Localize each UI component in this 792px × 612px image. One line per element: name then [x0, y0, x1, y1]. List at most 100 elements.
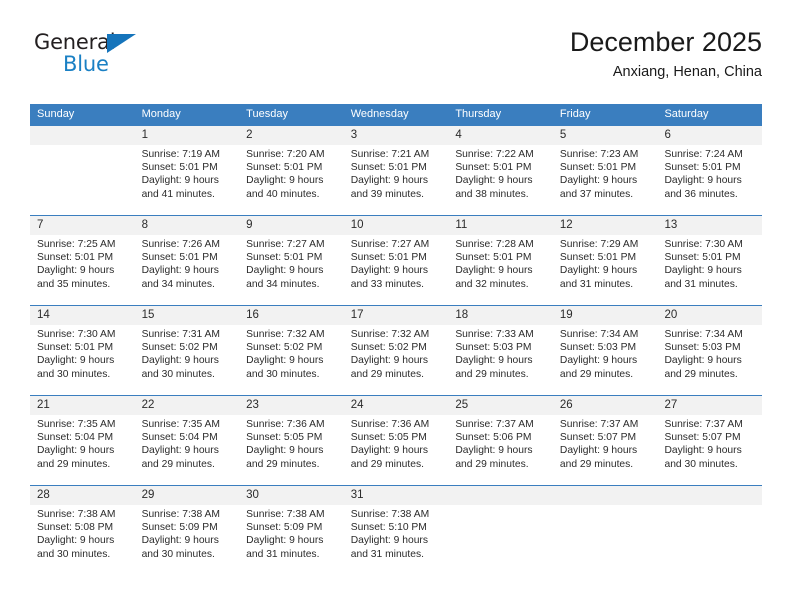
daylight-text-line1: Daylight: 9 hours — [37, 355, 115, 367]
day-cell[interactable]: Sunrise: 7:19 AM Sunset: 5:01 PM Dayligh… — [135, 145, 240, 215]
general-blue-logo[interactable]: General Blue — [34, 32, 164, 86]
sunset-text: Sunset: 5:02 PM — [246, 342, 323, 354]
day-number[interactable]: 15 — [135, 306, 240, 325]
day-number[interactable]: 7 — [30, 216, 135, 235]
day-number[interactable]: 20 — [657, 306, 762, 325]
daylight-text-line2: and 29 minutes. — [350, 458, 425, 470]
sunrise-text: Sunrise: 7:35 AM — [141, 419, 220, 430]
day-number[interactable]: 18 — [448, 306, 553, 325]
day-number[interactable]: 25 — [448, 396, 553, 415]
sunset-text: Sunset: 5:01 PM — [664, 252, 741, 264]
day-number[interactable] — [30, 126, 135, 145]
day-cell[interactable]: Sunrise: 7:30 AM Sunset: 5:01 PM Dayligh… — [30, 325, 135, 395]
sunset-text: Sunset: 5:10 PM — [350, 522, 427, 534]
day-number[interactable]: 21 — [30, 396, 135, 415]
day-number[interactable]: 19 — [553, 306, 658, 325]
sunrise-text: Sunrise: 7:26 AM — [141, 239, 220, 250]
day-cell[interactable]: Sunrise: 7:33 AM Sunset: 5:03 PM Dayligh… — [448, 325, 553, 395]
day-number[interactable]: 4 — [448, 126, 553, 145]
day-cell[interactable]: Sunrise: 7:36 AM Sunset: 5:05 PM Dayligh… — [344, 415, 449, 485]
day-number[interactable]: 17 — [344, 306, 449, 325]
day-cell[interactable]: Sunrise: 7:32 AM Sunset: 5:02 PM Dayligh… — [239, 325, 344, 395]
day-cell[interactable] — [657, 505, 762, 575]
day-cell[interactable]: Sunrise: 7:38 AM Sunset: 5:09 PM Dayligh… — [239, 505, 344, 575]
day-number[interactable]: 28 — [30, 486, 135, 505]
day-cell[interactable]: Sunrise: 7:38 AM Sunset: 5:09 PM Dayligh… — [135, 505, 240, 575]
sunset-text: Sunset: 5:07 PM — [664, 432, 741, 444]
day-number[interactable] — [657, 486, 762, 505]
day-number[interactable]: 5 — [553, 126, 658, 145]
day-cell[interactable]: Sunrise: 7:34 AM Sunset: 5:03 PM Dayligh… — [657, 325, 762, 395]
day-cell[interactable]: Sunrise: 7:25 AM Sunset: 5:01 PM Dayligh… — [30, 235, 135, 305]
day-cell[interactable]: Sunrise: 7:28 AM Sunset: 5:01 PM Dayligh… — [448, 235, 553, 305]
day-cell[interactable]: Sunrise: 7:26 AM Sunset: 5:01 PM Dayligh… — [135, 235, 240, 305]
sunrise-text: Sunrise: 7:19 AM — [141, 149, 220, 160]
week-detail-strip: Sunrise: 7:35 AM Sunset: 5:04 PM Dayligh… — [30, 415, 762, 485]
day-cell[interactable]: Sunrise: 7:27 AM Sunset: 5:01 PM Dayligh… — [239, 235, 344, 305]
daylight-text-line1: Daylight: 9 hours — [455, 445, 533, 457]
day-cell[interactable]: Sunrise: 7:31 AM Sunset: 5:02 PM Dayligh… — [135, 325, 240, 395]
day-number[interactable] — [553, 486, 658, 505]
day-cell[interactable] — [448, 505, 553, 575]
day-cell[interactable]: Sunrise: 7:38 AM Sunset: 5:10 PM Dayligh… — [344, 505, 449, 575]
daylight-text-line1: Daylight: 9 hours — [141, 175, 219, 187]
daylight-text-line2: and 34 minutes. — [141, 278, 215, 290]
daylight-text-line1: Daylight: 9 hours — [350, 175, 429, 187]
day-cell[interactable]: Sunrise: 7:37 AM Sunset: 5:07 PM Dayligh… — [553, 415, 658, 485]
weekday-header-thursday: Thursday — [455, 108, 502, 120]
day-cell[interactable]: Sunrise: 7:27 AM Sunset: 5:01 PM Dayligh… — [344, 235, 449, 305]
sunrise-text: Sunrise: 7:36 AM — [350, 419, 430, 430]
day-cell[interactable]: Sunrise: 7:30 AM Sunset: 5:01 PM Dayligh… — [657, 235, 762, 305]
day-cell[interactable]: Sunrise: 7:21 AM Sunset: 5:01 PM Dayligh… — [344, 145, 449, 215]
day-number[interactable] — [448, 486, 553, 505]
daylight-text-line1: Daylight: 9 hours — [246, 265, 324, 277]
day-number[interactable]: 30 — [239, 486, 344, 505]
day-number[interactable]: 13 — [657, 216, 762, 235]
day-cell[interactable]: Sunrise: 7:24 AM Sunset: 5:01 PM Dayligh… — [657, 145, 762, 215]
day-number[interactable]: 11 — [448, 216, 553, 235]
day-cell[interactable]: Sunrise: 7:37 AM Sunset: 5:07 PM Dayligh… — [657, 415, 762, 485]
day-number[interactable]: 6 — [657, 126, 762, 145]
day-number[interactable]: 2 — [239, 126, 344, 145]
day-cell[interactable]: Sunrise: 7:20 AM Sunset: 5:01 PM Dayligh… — [239, 145, 344, 215]
sunrise-text: Sunrise: 7:34 AM — [559, 329, 639, 340]
day-cell[interactable]: Sunrise: 7:38 AM Sunset: 5:08 PM Dayligh… — [30, 505, 135, 575]
day-cell[interactable]: Sunrise: 7:29 AM Sunset: 5:01 PM Dayligh… — [553, 235, 658, 305]
day-cell[interactable]: Sunrise: 7:37 AM Sunset: 5:06 PM Dayligh… — [448, 415, 553, 485]
day-number[interactable]: 10 — [344, 216, 449, 235]
day-number[interactable]: 22 — [135, 396, 240, 415]
day-number[interactable]: 27 — [657, 396, 762, 415]
day-cell[interactable]: Sunrise: 7:36 AM Sunset: 5:05 PM Dayligh… — [239, 415, 344, 485]
day-number[interactable]: 29 — [135, 486, 240, 505]
day-number[interactable]: 16 — [239, 306, 344, 325]
day-number[interactable]: 8 — [135, 216, 240, 235]
sunrise-text: Sunrise: 7:35 AM — [37, 419, 116, 430]
calendar-page: General Blue December 2025 Anxiang, Hena… — [0, 0, 792, 612]
day-cell[interactable] — [553, 505, 658, 575]
day-number[interactable]: 9 — [239, 216, 344, 235]
day-number[interactable]: 31 — [344, 486, 449, 505]
day-number[interactable]: 1 — [135, 126, 240, 145]
daylight-text-line2: and 35 minutes. — [37, 278, 111, 290]
sunset-text: Sunset: 5:01 PM — [141, 162, 218, 174]
day-cell[interactable] — [30, 145, 135, 215]
sunset-text: Sunset: 5:01 PM — [664, 162, 741, 174]
day-cell[interactable]: Sunrise: 7:35 AM Sunset: 5:04 PM Dayligh… — [135, 415, 240, 485]
day-number[interactable]: 26 — [553, 396, 658, 415]
day-cell[interactable]: Sunrise: 7:32 AM Sunset: 5:02 PM Dayligh… — [344, 325, 449, 395]
day-number[interactable]: 23 — [239, 396, 344, 415]
daylight-text-line2: and 29 minutes. — [37, 458, 111, 470]
day-number[interactable]: 12 — [553, 216, 658, 235]
sunset-text: Sunset: 5:01 PM — [246, 252, 323, 264]
day-cell[interactable]: Sunrise: 7:35 AM Sunset: 5:04 PM Dayligh… — [30, 415, 135, 485]
day-number[interactable]: 14 — [30, 306, 135, 325]
day-number[interactable]: 3 — [344, 126, 449, 145]
day-cell[interactable]: Sunrise: 7:23 AM Sunset: 5:01 PM Dayligh… — [553, 145, 658, 215]
day-cell[interactable]: Sunrise: 7:22 AM Sunset: 5:01 PM Dayligh… — [448, 145, 553, 215]
day-number[interactable]: 24 — [344, 396, 449, 415]
day-cell[interactable]: Sunrise: 7:34 AM Sunset: 5:03 PM Dayligh… — [553, 325, 658, 395]
daylight-text-line1: Daylight: 9 hours — [37, 535, 115, 547]
daylight-text-line2: and 29 minutes. — [455, 368, 529, 380]
page-title: December 2025 — [569, 27, 762, 57]
week-daynumber-strip: 21 22 23 24 25 26 27 — [30, 396, 762, 415]
